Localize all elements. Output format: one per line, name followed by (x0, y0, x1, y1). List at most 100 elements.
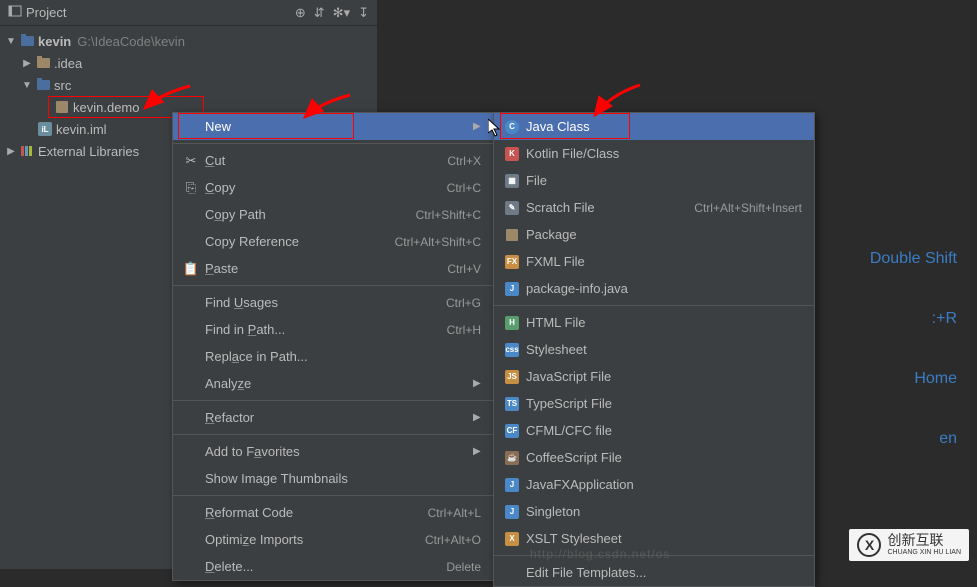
menu-analyze[interactable]: Analyze ▶ (173, 370, 493, 397)
menu-replace-in-path[interactable]: Replace in Path... (173, 343, 493, 370)
stylesheet-label: Stylesheet (522, 342, 806, 357)
pkginfo-label: package-info.java (522, 281, 806, 296)
cfml-label: CFML/CFC file (522, 423, 806, 438)
menu-package-info[interactable]: J package-info.java (494, 275, 814, 302)
analyze-label: Analyze (201, 376, 473, 391)
copy-ref-label: Copy Reference (201, 234, 395, 249)
source-folder-icon (34, 80, 52, 90)
menu-edit-templates[interactable]: Edit File Templates... (494, 559, 814, 586)
menu-kotlin[interactable]: K Kotlin File/Class (494, 140, 814, 167)
menu-optimize-imports[interactable]: Optimize Imports Ctrl+Alt+O (173, 526, 493, 553)
menu-file[interactable]: ▦ File (494, 167, 814, 194)
find-in-path-label: Find in Path... (201, 322, 447, 337)
scratch-icon: ✎ (502, 201, 522, 215)
menu-refactor[interactable]: Refactor ▶ (173, 404, 493, 431)
find-usages-label: Find Usages (201, 295, 446, 310)
gear-icon[interactable]: ✻▾ (333, 5, 350, 21)
iml-file-icon: iL (36, 122, 54, 136)
menu-separator (173, 495, 493, 496)
show-thumb-label: Show Image Thumbnails (201, 471, 485, 486)
xslt-icon: X (502, 532, 522, 546)
menu-delete[interactable]: Delete... Delete (173, 553, 493, 580)
cut-label: Cut (201, 153, 447, 168)
menu-show-thumbnails[interactable]: Show Image Thumbnails (173, 465, 493, 492)
idea-label: .idea (54, 56, 82, 71)
file-icon: ▦ (502, 174, 522, 188)
menu-javascript[interactable]: JS JavaScript File (494, 363, 814, 390)
submenu-arrow-icon: ▶ (473, 378, 485, 389)
folder-icon (34, 58, 52, 68)
fxml-label: FXML File (522, 254, 806, 269)
menu-coffeescript[interactable]: ☕ CoffeeScript File (494, 444, 814, 471)
menu-html[interactable]: H HTML File (494, 309, 814, 336)
menu-copy-reference[interactable]: Copy Reference Ctrl+Alt+Shift+C (173, 228, 493, 255)
new-label: New (201, 119, 473, 134)
hint-search: Double Shift (870, 250, 957, 268)
js-label: JavaScript File (522, 369, 806, 384)
file-label: File (522, 173, 806, 188)
add-fav-label: Add to Favorites (201, 444, 473, 459)
menu-separator (173, 285, 493, 286)
expand-arrow-icon[interactable]: ▼ (4, 36, 18, 47)
cfml-icon: CF (502, 424, 522, 438)
java-file-icon: J (502, 282, 522, 296)
edit-tmpl-label: Edit File Templates... (522, 565, 806, 580)
root-label: kevin (38, 34, 71, 49)
menu-scratch[interactable]: ✎ Scratch File Ctrl+Alt+Shift+Insert (494, 194, 814, 221)
menu-find-in-path[interactable]: Find in Path... Ctrl+H (173, 316, 493, 343)
expand-arrow-icon[interactable]: ▼ (20, 80, 34, 91)
menu-cut[interactable]: ✂ Cut Ctrl+X (173, 147, 493, 174)
html-icon: H (502, 316, 522, 330)
menu-separator (173, 143, 493, 144)
copy-icon: ⎘ (181, 180, 201, 196)
menu-add-favorites[interactable]: Add to Favorites ▶ (173, 438, 493, 465)
coffee-label: CoffeeScript File (522, 450, 806, 465)
hint-recent: :+R (870, 310, 957, 328)
submenu-arrow-icon: ▶ (473, 412, 485, 423)
copy-ref-shortcut: Ctrl+Alt+Shift+C (395, 235, 485, 249)
fxml-icon: FX (502, 255, 522, 269)
menu-typescript[interactable]: TS TypeScript File (494, 390, 814, 417)
menu-fxml[interactable]: FX FXML File (494, 248, 814, 275)
collapse-arrow-icon[interactable]: ▶ (20, 58, 34, 69)
menu-cfml[interactable]: CF CFML/CFC file (494, 417, 814, 444)
copy-path-label: Copy Path (201, 207, 416, 222)
package-icon (53, 101, 71, 113)
menu-stylesheet[interactable]: css Stylesheet (494, 336, 814, 363)
menu-package[interactable]: Package (494, 221, 814, 248)
locate-icon[interactable]: ⊕ (295, 5, 306, 21)
html-label: HTML File (522, 315, 806, 330)
collapse-arrow-icon[interactable]: ▶ (4, 146, 18, 157)
paste-label: Paste (201, 261, 447, 276)
tree-idea[interactable]: ▶ .idea (0, 52, 377, 74)
copy-label: Copy (201, 180, 447, 195)
copy-path-shortcut: Ctrl+Shift+C (416, 208, 485, 222)
submenu-arrow-icon: ▶ (473, 446, 485, 457)
menu-copy[interactable]: ⎘ Copy Ctrl+C (173, 174, 493, 201)
demo-label: kevin.demo (73, 100, 139, 115)
menu-find-usages[interactable]: Find Usages Ctrl+G (173, 289, 493, 316)
ts-icon: TS (502, 397, 522, 411)
menu-new[interactable]: New ▶ (173, 113, 493, 140)
watermark-url: http://blog.csdn.net/os (530, 547, 670, 561)
menu-paste[interactable]: 📋 Paste Ctrl+V (173, 255, 493, 282)
hide-icon[interactable]: ↧ (358, 5, 369, 21)
collapse-icon[interactable]: ⇵ (314, 5, 325, 21)
kotlin-icon: K (502, 147, 522, 161)
singleton-label: Singleton (522, 504, 806, 519)
menu-separator (173, 434, 493, 435)
menu-reformat[interactable]: Reformat Code Ctrl+Alt+L (173, 499, 493, 526)
scratch-shortcut: Ctrl+Alt+Shift+Insert (694, 201, 806, 215)
coffee-icon: ☕ (502, 451, 522, 465)
optimize-label: Optimize Imports (201, 532, 425, 547)
scratch-label: Scratch File (522, 200, 694, 215)
scissors-icon: ✂ (181, 153, 201, 169)
delete-shortcut: Delete (446, 560, 485, 574)
tree-root[interactable]: ▼ kevin G:\IdeaCode\kevin (0, 30, 377, 52)
tree-src[interactable]: ▼ src (0, 74, 377, 96)
menu-java-class[interactable]: C Java Class (494, 113, 814, 140)
package-icon (502, 229, 522, 241)
menu-singleton[interactable]: J Singleton (494, 498, 814, 525)
menu-javafx[interactable]: J JavaFXApplication (494, 471, 814, 498)
menu-copy-path[interactable]: Copy Path Ctrl+Shift+C (173, 201, 493, 228)
